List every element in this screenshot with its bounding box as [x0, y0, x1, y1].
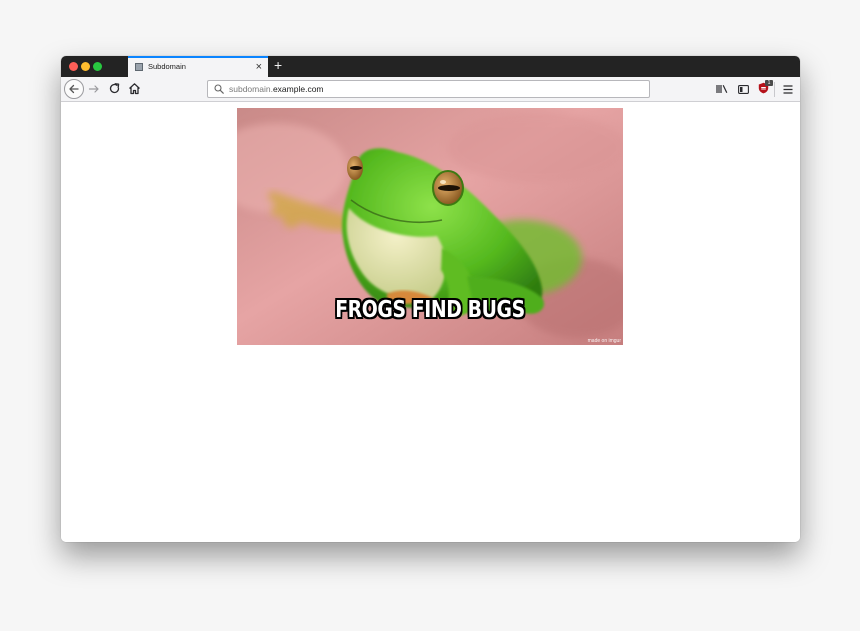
- page-content: FROGS FIND BUGS made on imgur: [61, 103, 800, 542]
- back-icon: [69, 84, 79, 94]
- url-subdomain: subdomain.: [229, 84, 273, 94]
- favicon-icon: [135, 63, 143, 71]
- tab-subdomain[interactable]: Subdomain ×: [128, 56, 268, 77]
- window-maximize-button[interactable]: [93, 62, 102, 71]
- browser-window: Subdomain × + subdomain.example.com 1 FR…: [61, 56, 800, 542]
- extension-badge: 1: [765, 80, 773, 86]
- meme-caption: FROGS FIND BUGS: [335, 297, 525, 323]
- url-host: example.com: [272, 84, 324, 94]
- forward-icon[interactable]: [88, 83, 100, 95]
- address-bar[interactable]: subdomain.example.com: [207, 80, 650, 98]
- window-close-button[interactable]: [69, 62, 78, 71]
- toolbar-separator: [774, 82, 775, 97]
- new-tab-button[interactable]: +: [274, 57, 282, 74]
- window-minimize-button[interactable]: [81, 62, 90, 71]
- url-text: subdomain.example.com: [229, 84, 324, 94]
- imgur-watermark: made on imgur: [587, 338, 621, 344]
- library-icon[interactable]: [716, 84, 728, 94]
- tab-close-button[interactable]: ×: [256, 60, 262, 74]
- tab-title: Subdomain: [148, 62, 186, 71]
- meme-image: FROGS FIND BUGS made on imgur: [237, 108, 623, 345]
- menu-icon[interactable]: [783, 85, 793, 94]
- back-button[interactable]: [64, 79, 84, 99]
- tab-strip: Subdomain × +: [61, 56, 800, 77]
- navigation-toolbar: subdomain.example.com 1: [61, 77, 800, 102]
- home-icon[interactable]: [128, 82, 141, 95]
- search-icon: [214, 84, 224, 94]
- sidebar-icon[interactable]: [738, 85, 749, 94]
- reload-icon[interactable]: [108, 82, 121, 95]
